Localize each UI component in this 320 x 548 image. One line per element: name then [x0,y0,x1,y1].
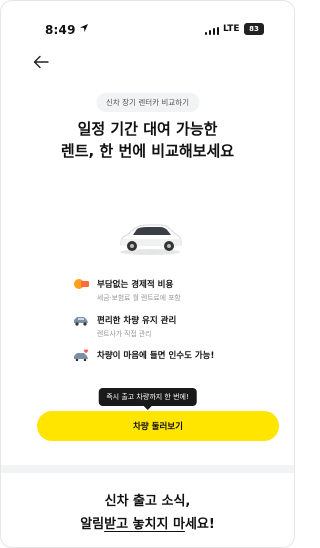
feature-title: 부담없는 경제적 비용 [97,280,174,290]
promo-tooltip: 즉시 출고 차량까지 한 번에! [98,388,197,410]
battery-level: 83 [249,25,259,33]
feature-subtitle: 세금·보험료 월 렌트료에 포함 [97,294,181,302]
feature-title: 차량이 마음에 들면 인수도 가능! [97,351,215,361]
notify-text-underlined: 받고 놓치지 마 [104,517,185,532]
status-time: 8:49 [45,23,76,37]
notify-title-line2: 알림받고 놓치지 마세요! [1,513,294,532]
headline-line1: 일정 기간 대여 가능한 [77,120,218,138]
headline-line2: 렌트, 한 번에 비교해보세요 [60,142,235,160]
status-bar: 8:49 LTE 83 [1,1,294,41]
section-pill: 신차 장기 렌터카 비교하기 [95,93,200,112]
signal-icon [205,27,221,35]
car-heart-icon [74,349,88,361]
app-screen: 8:49 LTE 83 신차 장기 렌터카 비교하기 일정 기간 대여 가능한 … [0,0,295,548]
coin-icon [74,279,89,289]
network-label: LTE [223,24,240,34]
browse-cars-button[interactable]: 차량 둘러보기 [37,411,279,441]
battery-icon: 83 [244,23,264,35]
feature-subtitle: 렌트사가 직접 관리 [97,330,152,338]
section-divider [1,465,294,473]
notify-title-line1: 신차 출고 소식, [104,494,191,509]
notify-text-c: 세요! [184,517,215,532]
notify-text-a: 알림 [80,517,105,532]
car-illustration [120,224,182,255]
feature-title: 편리한 차량 유지 관리 [97,316,177,326]
car-icon [74,317,88,326]
arrow-left-icon[interactable] [33,55,49,69]
location-arrow-icon [80,24,88,32]
